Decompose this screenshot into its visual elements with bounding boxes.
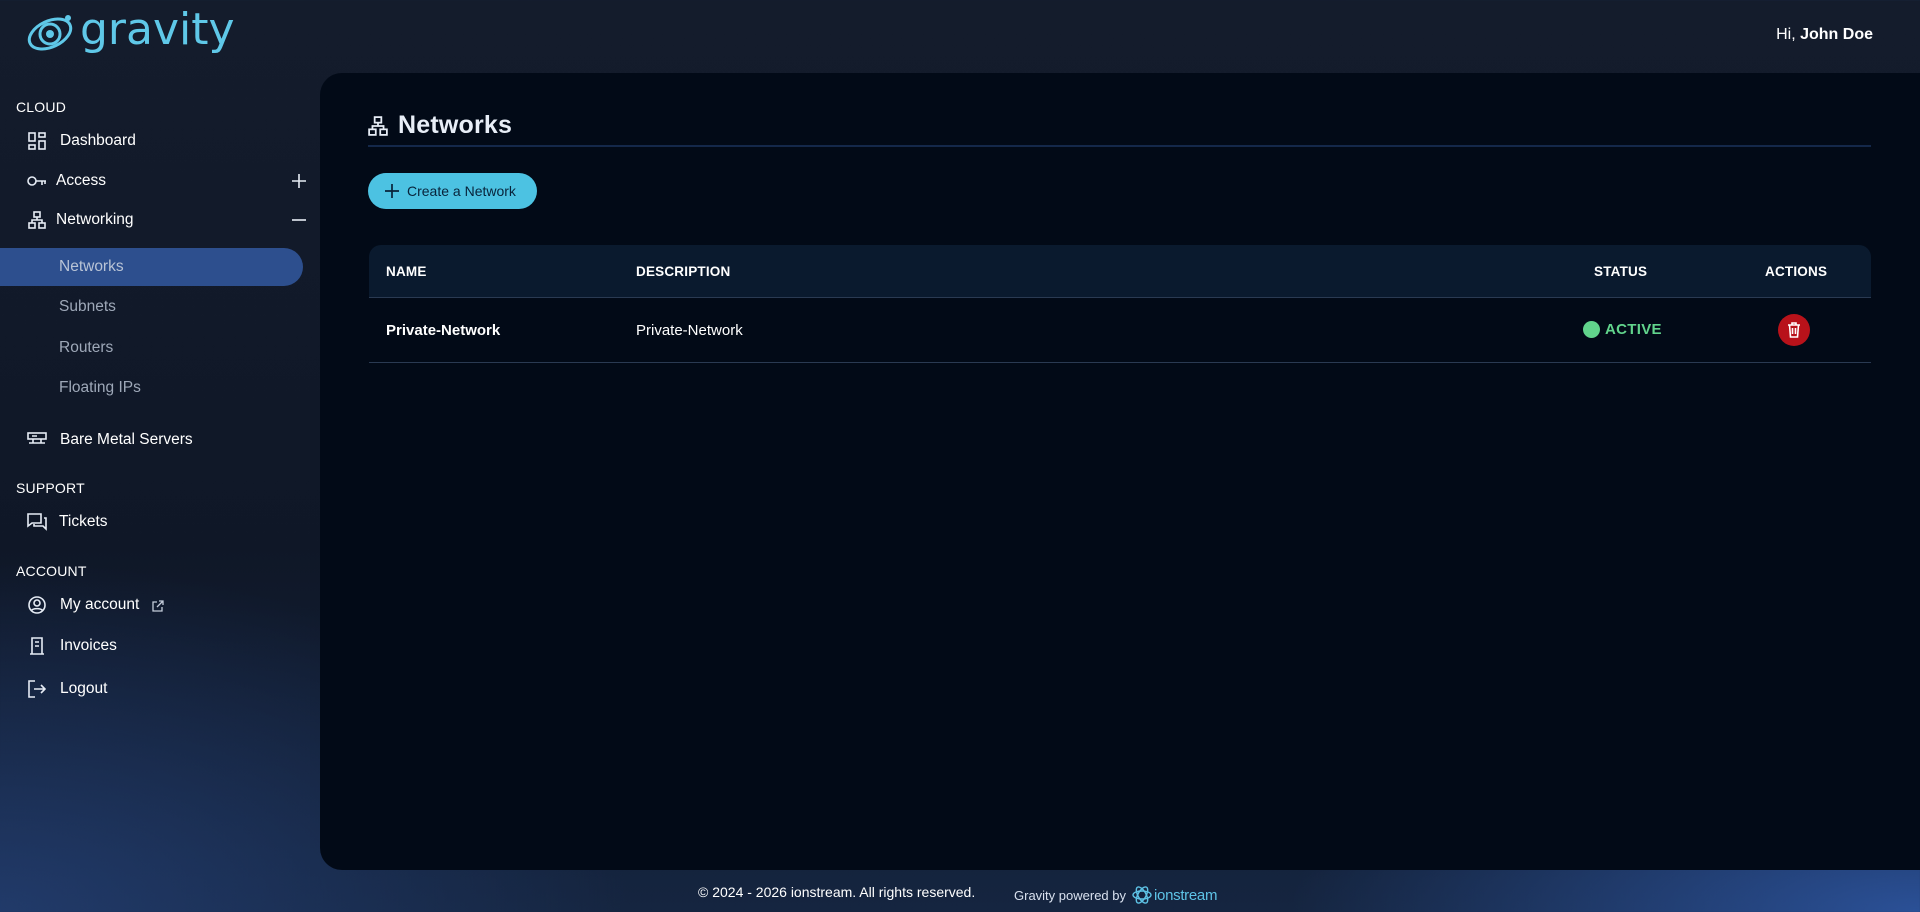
ionstream-logo[interactable]: ionstream bbox=[1132, 885, 1217, 905]
status-text: ACTIVE bbox=[1605, 321, 1662, 338]
plus-icon[interactable] bbox=[290, 172, 308, 190]
sidebar-item-my-account[interactable]: My account bbox=[0, 587, 318, 623]
create-network-label: Create a Network bbox=[407, 183, 516, 199]
sidebar-item-floating-ips[interactable]: Floating IPs bbox=[0, 369, 303, 407]
key-icon bbox=[27, 171, 47, 191]
logo-text: gravity bbox=[80, 4, 235, 55]
user-greeting: Hi, John Doe bbox=[1776, 26, 1873, 44]
networks-table: NAME DESCRIPTION STATUS ACTIONS Private-… bbox=[369, 245, 1871, 363]
ionstream-brand-text: ionstream bbox=[1154, 886, 1218, 904]
chat-icon bbox=[27, 512, 47, 532]
table-header: NAME DESCRIPTION STATUS ACTIONS bbox=[369, 245, 1871, 298]
powered-by-text: Gravity powered by bbox=[1014, 887, 1126, 903]
sidebar-item-routers[interactable]: Routers bbox=[0, 329, 303, 367]
sidebar-item-label: Networks bbox=[59, 258, 124, 275]
powered-by: Gravity powered by ionstream bbox=[1014, 885, 1217, 905]
cell-description: Private-Network bbox=[636, 322, 743, 339]
sidebar-item-label: Tickets bbox=[59, 513, 108, 530]
section-title-support: SUPPORT bbox=[16, 480, 85, 496]
section-title-account: ACCOUNT bbox=[16, 563, 87, 579]
receipt-icon bbox=[27, 636, 47, 656]
sidebar-item-subnets[interactable]: Subnets bbox=[0, 288, 303, 326]
sidebar-item-label: Subnets bbox=[59, 298, 116, 315]
title-divider bbox=[368, 145, 1871, 147]
sidebar-item-networks[interactable]: Networks bbox=[0, 248, 303, 286]
server-icon bbox=[27, 430, 47, 450]
network-icon bbox=[368, 115, 388, 136]
sidebar-item-label: Access bbox=[56, 172, 106, 189]
delete-button[interactable] bbox=[1778, 314, 1810, 346]
sidebar-item-tickets[interactable]: Tickets bbox=[0, 504, 318, 540]
sidebar-item-label: Floating IPs bbox=[59, 379, 141, 396]
column-header-actions: ACTIONS bbox=[1765, 264, 1828, 279]
table-row[interactable]: Private-Network Private-Network ACTIVE bbox=[369, 298, 1871, 363]
column-header-status[interactable]: STATUS bbox=[1594, 264, 1647, 279]
sidebar-item-label: Bare Metal Servers bbox=[60, 431, 193, 448]
sidebar-item-label: Networking bbox=[56, 211, 134, 228]
logout-icon bbox=[27, 679, 47, 699]
user-name: John Doe bbox=[1800, 26, 1873, 43]
plus-icon bbox=[385, 184, 399, 198]
status-dot-icon bbox=[1583, 321, 1600, 338]
sidebar-item-label: Logout bbox=[60, 680, 108, 697]
create-network-button[interactable]: Create a Network bbox=[368, 173, 537, 209]
network-icon bbox=[27, 210, 47, 230]
greeting-prefix: Hi, bbox=[1776, 26, 1796, 43]
status-badge: ACTIVE bbox=[1583, 321, 1662, 338]
external-link-icon bbox=[152, 600, 164, 612]
grid-icon bbox=[27, 131, 47, 151]
sidebar-item-bare-metal-servers[interactable]: Bare Metal Servers bbox=[0, 422, 318, 458]
sidebar-item-label: Routers bbox=[59, 339, 114, 356]
footer: © 2024 - 2026 ionstream. All rights rese… bbox=[0, 884, 1920, 904]
page-title: Networks bbox=[398, 111, 513, 139]
sidebar-item-label: My account bbox=[60, 596, 140, 613]
sidebar-item-access[interactable]: Access bbox=[0, 163, 318, 199]
orbit-icon bbox=[27, 15, 73, 51]
sidebar-item-networking[interactable]: Networking bbox=[0, 202, 318, 238]
column-header-description[interactable]: DESCRIPTION bbox=[636, 264, 730, 279]
ionstream-logo-icon bbox=[1132, 886, 1152, 904]
sidebar-item-label: Invoices bbox=[60, 637, 117, 654]
main-panel: Networks Create a Network NAME DESCRIPTI… bbox=[320, 73, 1920, 870]
column-header-name[interactable]: NAME bbox=[386, 264, 427, 279]
trash-icon bbox=[1788, 322, 1800, 338]
user-circle-icon bbox=[27, 595, 47, 615]
sidebar-item-label: Dashboard bbox=[60, 132, 136, 149]
copyright-text: © 2024 - 2026 ionstream. All rights rese… bbox=[698, 884, 976, 900]
page-header: Networks bbox=[368, 111, 512, 140]
minus-icon[interactable] bbox=[290, 211, 308, 229]
sidebar-item-logout[interactable]: Logout bbox=[0, 671, 318, 707]
section-title-cloud: CLOUD bbox=[16, 99, 67, 115]
cell-name[interactable]: Private-Network bbox=[386, 322, 500, 339]
sidebar-item-dashboard[interactable]: Dashboard bbox=[0, 123, 318, 159]
sidebar-item-invoices[interactable]: Invoices bbox=[0, 628, 318, 664]
gravity-logo[interactable]: gravity bbox=[26, 4, 235, 56]
